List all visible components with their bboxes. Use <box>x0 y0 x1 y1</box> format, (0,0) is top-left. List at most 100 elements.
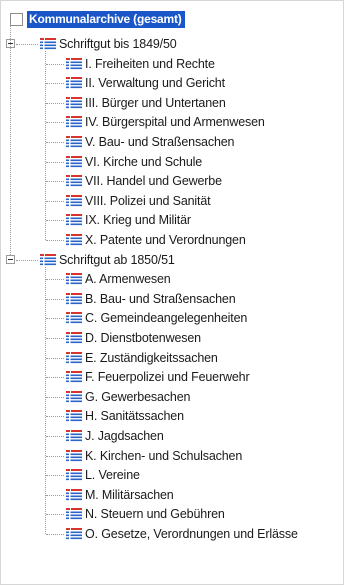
list-table-icon <box>66 77 82 89</box>
tree-leaf-label[interactable]: C. Gemeindeangelegenheiten <box>85 311 247 325</box>
tree-root-label[interactable]: Kommunalarchive (gesamt) <box>27 10 185 28</box>
list-table-icon <box>66 528 82 540</box>
tree-connector-line <box>46 181 64 183</box>
tree-leaf-node[interactable]: D. Dienstbotenwesen <box>66 328 201 348</box>
list-table-icon <box>66 410 82 422</box>
tree-leaf-node[interactable]: N. Steuern und Gebühren <box>66 504 225 524</box>
tree-leaf-label[interactable]: F. Feuerpolizei und Feuerwehr <box>85 370 250 384</box>
tree-leaf-label[interactable]: IV. Bürgerspital und Armenwesen <box>85 115 265 129</box>
list-table-icon <box>66 469 82 481</box>
tree-connector-line <box>45 51 46 240</box>
tree-group-label[interactable]: Schriftgut ab 1850/51 <box>59 253 175 267</box>
list-table-icon <box>66 430 82 442</box>
tree-leaf-node[interactable]: O. Gesetze, Verordnungen und Erlässe <box>66 524 298 544</box>
tree-leaf-label[interactable]: G. Gewerbesachen <box>85 390 190 404</box>
archive-tree: Kommunalarchive (gesamt) Schriftgut bis … <box>0 0 346 587</box>
list-table-icon <box>40 38 56 50</box>
list-table-icon <box>66 214 82 226</box>
tree-group-node[interactable]: Schriftgut ab 1850/51 <box>40 250 175 270</box>
tree-connector-line <box>46 102 64 104</box>
list-table-icon <box>66 194 82 207</box>
tree-root-node[interactable]: Kommunalarchive (gesamt) <box>10 9 185 29</box>
tree-leaf-label[interactable]: III. Bürger und Untertanen <box>85 96 226 110</box>
tree-group-node[interactable]: Schriftgut bis 1849/50 <box>40 34 177 54</box>
tree-leaf-node[interactable]: E. Zuständigkeitssachen <box>66 348 218 368</box>
tree-leaf-node[interactable]: G. Gewerbesachen <box>66 387 190 407</box>
tree-leaf-node[interactable]: C. Gemeindeangelegenheiten <box>66 308 247 328</box>
tree-leaf-node[interactable]: VI. Kirche und Schule <box>66 152 202 172</box>
list-table-icon <box>66 234 82 246</box>
tree-connector-line <box>46 534 64 535</box>
tree-leaf-node[interactable]: B. Bau- und Straßensachen <box>66 289 236 309</box>
tree-connector-line <box>46 514 64 516</box>
tree-connector-line <box>46 494 64 496</box>
tree-leaf-node[interactable]: X. Patente und Verordnungen <box>66 230 246 250</box>
tree-connector-line <box>46 298 64 300</box>
root-checkbox[interactable] <box>10 12 23 26</box>
tree-connector-line <box>45 266 46 534</box>
tree-leaf-label[interactable]: M. Militärsachen <box>85 488 174 502</box>
tree-leaf-label[interactable]: E. Zuständigkeitssachen <box>85 351 218 365</box>
tree-leaf-node[interactable]: VII. Handel und Gewerbe <box>66 171 222 191</box>
tree-leaf-label[interactable]: O. Gesetze, Verordnungen und Erlässe <box>85 527 298 541</box>
tree-leaf-node[interactable]: F. Feuerpolizei und Feuerwehr <box>66 367 250 387</box>
tree-leaf-label[interactable]: X. Patente und Verordnungen <box>85 233 246 247</box>
tree-leaf-label[interactable]: K. Kirchen- und Schulsachen <box>85 449 242 463</box>
tree-leaf-label[interactable]: V. Bau- und Straßensachen <box>85 135 235 149</box>
collapse-toggle-icon[interactable] <box>6 254 15 264</box>
list-table-icon <box>66 292 82 305</box>
list-table-icon <box>66 136 82 148</box>
list-table-icon <box>66 390 82 403</box>
tree-leaf-label[interactable]: H. Sanitätssachen <box>85 409 184 423</box>
tree-leaf-node[interactable]: III. Bürger und Untertanen <box>66 93 226 113</box>
tree-connector-line <box>46 200 64 202</box>
tree-group-label[interactable]: Schriftgut bis 1849/50 <box>59 37 177 51</box>
tree-leaf-node[interactable]: H. Sanitätssachen <box>66 406 184 426</box>
list-table-icon <box>66 116 82 128</box>
tree-connector-line <box>16 44 38 45</box>
tree-leaf-label[interactable]: B. Bau- und Straßensachen <box>85 292 236 306</box>
tree-leaf-node[interactable]: II. Verwaltung und Gericht <box>66 73 225 93</box>
tree-leaf-label[interactable]: I. Freiheiten und Rechte <box>85 57 215 71</box>
tree-connector-line <box>46 279 64 281</box>
list-table-icon <box>40 253 56 266</box>
tree-leaf-node[interactable]: IV. Bürgerspital und Armenwesen <box>66 112 265 132</box>
tree-connector-line <box>46 220 64 222</box>
tree-leaf-node[interactable]: IX. Krieg und Militär <box>66 210 191 230</box>
tree-leaf-label[interactable]: N. Steuern und Gebühren <box>85 507 225 521</box>
tree-leaf-label[interactable]: L. Vereine <box>85 468 140 482</box>
list-table-icon <box>66 351 82 364</box>
list-table-icon <box>66 332 82 344</box>
tree-connector-line <box>16 259 38 261</box>
tree-leaf-label[interactable]: VIII. Polizei und Sanität <box>85 194 211 208</box>
tree-leaf-label[interactable]: II. Verwaltung und Gericht <box>85 76 225 90</box>
tree-leaf-node[interactable]: L. Vereine <box>66 465 140 485</box>
list-table-icon <box>66 508 82 520</box>
tree-leaf-label[interactable]: D. Dienstbotenwesen <box>85 331 201 345</box>
tree-connector-line <box>46 122 64 124</box>
tree-connector-line <box>46 436 64 437</box>
list-table-icon <box>66 155 82 168</box>
list-table-icon <box>66 273 82 285</box>
tree-leaf-node[interactable]: A. Armenwesen <box>66 269 171 289</box>
tree-connector-line <box>46 357 64 359</box>
tree-leaf-node[interactable]: K. Kirchen- und Schulsachen <box>66 446 242 466</box>
list-table-icon <box>66 96 82 109</box>
tree-leaf-node[interactable]: M. Militärsachen <box>66 485 174 505</box>
tree-connector-line <box>46 240 64 241</box>
tree-leaf-label[interactable]: VI. Kirche und Schule <box>85 155 202 169</box>
tree-leaf-label[interactable]: J. Jagdsachen <box>85 429 164 443</box>
list-table-icon <box>66 371 82 383</box>
tree-leaf-label[interactable]: VII. Handel und Gewerbe <box>85 174 222 188</box>
tree-connector-line <box>46 416 64 418</box>
tree-leaf-node[interactable]: V. Bau- und Straßensachen <box>66 132 235 152</box>
tree-leaf-label[interactable]: IX. Krieg und Militär <box>85 213 191 227</box>
tree-leaf-node[interactable]: I. Freiheiten und Rechte <box>66 54 215 74</box>
tree-leaf-node[interactable]: J. Jagdsachen <box>66 426 164 446</box>
tree-connector-line <box>46 63 64 65</box>
tree-leaf-node[interactable]: VIII. Polizei und Sanität <box>66 191 211 211</box>
tree-leaf-label[interactable]: A. Armenwesen <box>85 272 171 286</box>
tree-connector-line <box>46 318 64 320</box>
list-table-icon <box>66 449 82 462</box>
tree-connector-line <box>46 396 64 398</box>
